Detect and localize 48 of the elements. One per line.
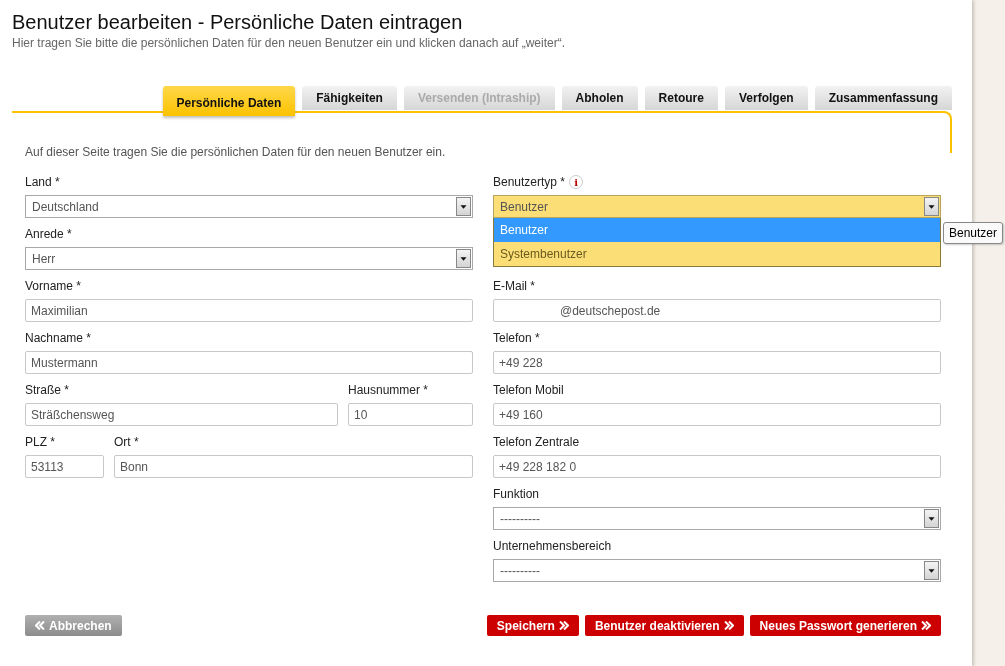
double-chevron-left-icon (35, 621, 45, 630)
field-label: Telefon Zentrale (493, 435, 580, 451)
double-chevron-right-icon (921, 621, 931, 630)
field-label: E-Mail * (493, 279, 535, 295)
dropdown-option[interactable]: Systembenutzer (494, 242, 940, 266)
field-label: PLZ * (25, 435, 55, 451)
double-chevron-right-icon (558, 621, 569, 630)
field-label: Anrede * (25, 227, 72, 243)
field-label: Hausnummer * (348, 383, 429, 399)
field-label: Funktion (493, 487, 540, 503)
field-label: Telefon * (493, 331, 540, 347)
dropdown-field[interactable]: ---------- (493, 559, 941, 582)
dropdown-field[interactable]: Benutzer (493, 195, 941, 218)
tab[interactable]: Retoure (644, 86, 718, 110)
dropdown-field[interactable]: Herr (25, 247, 473, 270)
input-field[interactable]: +49 160 (493, 403, 941, 426)
double-chevron-right-icon (723, 621, 734, 630)
field-label: Land * (25, 175, 60, 191)
field-label: Nachname * (25, 331, 92, 347)
field-label: Benutzertyp * (493, 175, 566, 191)
field-label: Unternehmensbereich (493, 539, 612, 555)
tab[interactable]: Abholen (561, 86, 638, 110)
field-label: Straße * (25, 383, 69, 399)
tab[interactable]: Persönliche Daten (162, 86, 296, 116)
input-field[interactable]: Sträßchensweg (25, 403, 338, 426)
input-field[interactable]: +49 228 182 0 (493, 455, 941, 478)
page-title: Benutzer bearbeiten - Persönliche Daten eintragen (12, 10, 464, 34)
input-field[interactable]: Bonn (114, 455, 473, 478)
input-field[interactable]: Maximilian (25, 299, 473, 322)
action-button[interactable]: Benutzer deaktivieren (584, 615, 744, 636)
field-label: Vorname * (25, 279, 82, 295)
tooltip: Benutzer (943, 222, 1004, 244)
input-field[interactable]: @deutschepost.de (493, 299, 941, 322)
action-button[interactable]: Neues Passwort generieren (749, 615, 941, 636)
page-subtitle: Hier tragen Sie bitte die persönlichen Daten für den neuen Benutzer ein und klicken danach auf „weiter“. (12, 36, 566, 50)
field-label: Telefon Mobil (493, 383, 564, 399)
tab[interactable]: Fähigkeiten (302, 86, 397, 110)
input-field[interactable]: +49 228 (493, 351, 941, 374)
action-button[interactable]: Speichern (486, 615, 579, 636)
dropdown-field[interactable]: ---------- (493, 507, 941, 530)
input-field[interactable]: Mustermann (25, 351, 473, 374)
field-label: Ort * (114, 435, 139, 451)
tab[interactable]: Verfolgen (724, 86, 808, 110)
input-field[interactable]: 10 (348, 403, 473, 426)
intro-text: Auf dieser Seite tragen Sie die persönlichen Daten für den neuen Benutzer ein. (25, 145, 447, 159)
input-field[interactable]: 53113 (25, 455, 104, 478)
tab[interactable]: Zusammenfassung (814, 86, 952, 110)
dropdown-field[interactable]: Deutschland (25, 195, 473, 218)
